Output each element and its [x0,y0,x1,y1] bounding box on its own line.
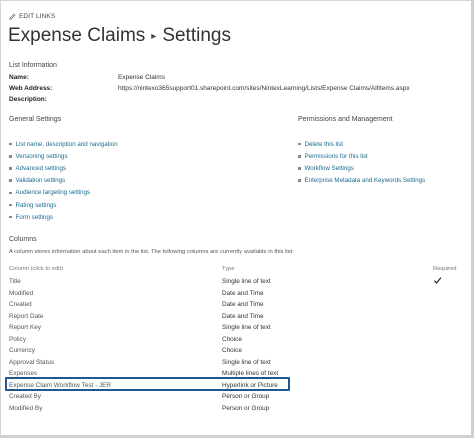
name-value: Expense Claims [118,74,165,81]
bullet-icon [9,142,12,146]
breadcrumb-separator-icon: ▸ [151,30,157,42]
table-row[interactable]: Policy Choice [9,334,459,346]
table-row[interactable]: Title Single line of text [9,276,459,288]
name-label: Name: [9,74,29,81]
table-row[interactable]: Currency Choice [9,345,459,357]
edit-links-label: EDIT LINKS [19,13,56,20]
columns-heading: Columns [9,236,37,243]
link-label: Rating settings [15,201,57,209]
page-title: Expense Claims ▸ Settings [8,25,231,47]
column-type: Single line of text [222,358,271,366]
column-type: Date and Time [222,289,264,297]
pencil-icon [9,13,16,20]
permissions-link[interactable]: Enterprise Metadata and Keywords Setting… [298,175,425,187]
bullet-icon [298,142,301,146]
link-label: Workflow Settings [304,164,354,172]
column-name-link[interactable]: Currency [9,347,35,354]
table-row[interactable]: Modified By Person or Group [9,403,459,415]
link-label: Validation settings [15,177,66,185]
checkmark-icon [433,276,442,287]
link-label: Versioning settings [15,152,68,160]
column-name-link[interactable]: Report Date [9,313,43,320]
link-label: Audience targeting settings [15,189,91,197]
edit-links-button[interactable]: EDIT LINKS [9,13,55,20]
table-row[interactable]: Created By Person or Group [9,391,459,403]
table-row[interactable]: Created Date and Time [9,299,459,311]
general-settings-link[interactable]: Audience targeting settings [9,187,118,199]
column-name-link[interactable]: Report Key [9,324,41,331]
bullet-icon [9,167,12,170]
column-header-name: Column (click to edit) [9,266,64,272]
column-name-link[interactable]: Created By [9,393,41,400]
table-row[interactable]: Report Date Date and Time [9,311,459,323]
bullet-icon [9,215,12,219]
column-name-link[interactable]: Modified By [9,405,42,412]
general-settings-link[interactable]: Versioning settings [9,150,118,162]
permissions-heading: Permissions and Management [298,116,393,123]
link-label: Enterprise Metadata and Keywords Setting… [304,177,426,185]
description-label: Description: [9,96,47,103]
web-address-value: https://nintexo365support01.sharepoint.c… [118,85,410,92]
permissions-links: Delete this list Permissions for this lis… [298,138,425,187]
web-address-label: Web Address: [9,85,53,92]
general-settings-link[interactable]: Advanced settings [9,162,118,174]
permissions-link[interactable]: Permissions for this list [298,150,425,162]
bullet-icon [9,191,12,195]
permissions-link[interactable]: Delete this list [298,138,425,150]
permissions-link[interactable]: Workflow Settings [298,162,425,174]
general-settings-link[interactable]: List name, description and navigation [9,138,118,150]
column-type: Single line of text [222,278,271,285]
column-type: Single line of text [222,324,271,331]
general-settings-links: List name, description and navigation Ver… [9,138,118,223]
column-name-link[interactable]: Created [9,301,32,308]
columns-description: A column stores information about each i… [9,249,294,255]
column-type: Choice [222,335,242,343]
column-type: Multiple lines of text [222,370,279,377]
column-name-link[interactable]: Title [9,278,21,285]
link-label: Form settings [15,213,53,221]
breadcrumb-list-link[interactable]: Expense Claims [8,25,145,47]
link-label: Permissions for this list [304,152,368,160]
link-label: Advanced settings [15,164,67,172]
column-name-link[interactable]: Policy [9,336,26,343]
bullet-icon [9,155,12,158]
bullet-icon [9,179,12,182]
column-type: Person or Group [222,404,270,412]
column-name-link[interactable]: Modified [9,290,33,297]
bullet-icon [298,179,301,182]
table-row[interactable]: Approval Status Single line of text [9,357,459,369]
link-label: List name, description and navigation [15,140,118,148]
general-settings-link[interactable]: Validation settings [9,175,118,187]
column-header-type: Type [222,266,235,272]
column-name-link[interactable]: Expenses [9,370,37,377]
breadcrumb-current-page: Settings [162,25,231,46]
bullet-icon [298,155,301,158]
highlight-box [5,377,290,391]
link-label: Delete this list [304,140,344,148]
column-header-required: Required [433,266,457,272]
column-type: Person or Group [222,393,270,400]
column-type: Choice [222,347,242,354]
list-information-heading: List Information [9,62,57,69]
general-settings-link[interactable]: Form settings [9,211,118,223]
general-settings-heading: General Settings [9,116,62,123]
table-row[interactable]: Modified Date and Time [9,288,459,300]
column-name-link[interactable]: Approval Status [9,359,54,366]
column-type: Date and Time [222,312,264,320]
general-settings-link[interactable]: Rating settings [9,199,118,211]
settings-page-frame: EDIT LINKS Expense Claims ▸ Settings Lis… [0,0,474,438]
table-row[interactable]: Report Key Single line of text [9,322,459,334]
bullet-icon [9,203,12,207]
bullet-icon [298,167,301,170]
column-type: Date and Time [222,301,264,308]
